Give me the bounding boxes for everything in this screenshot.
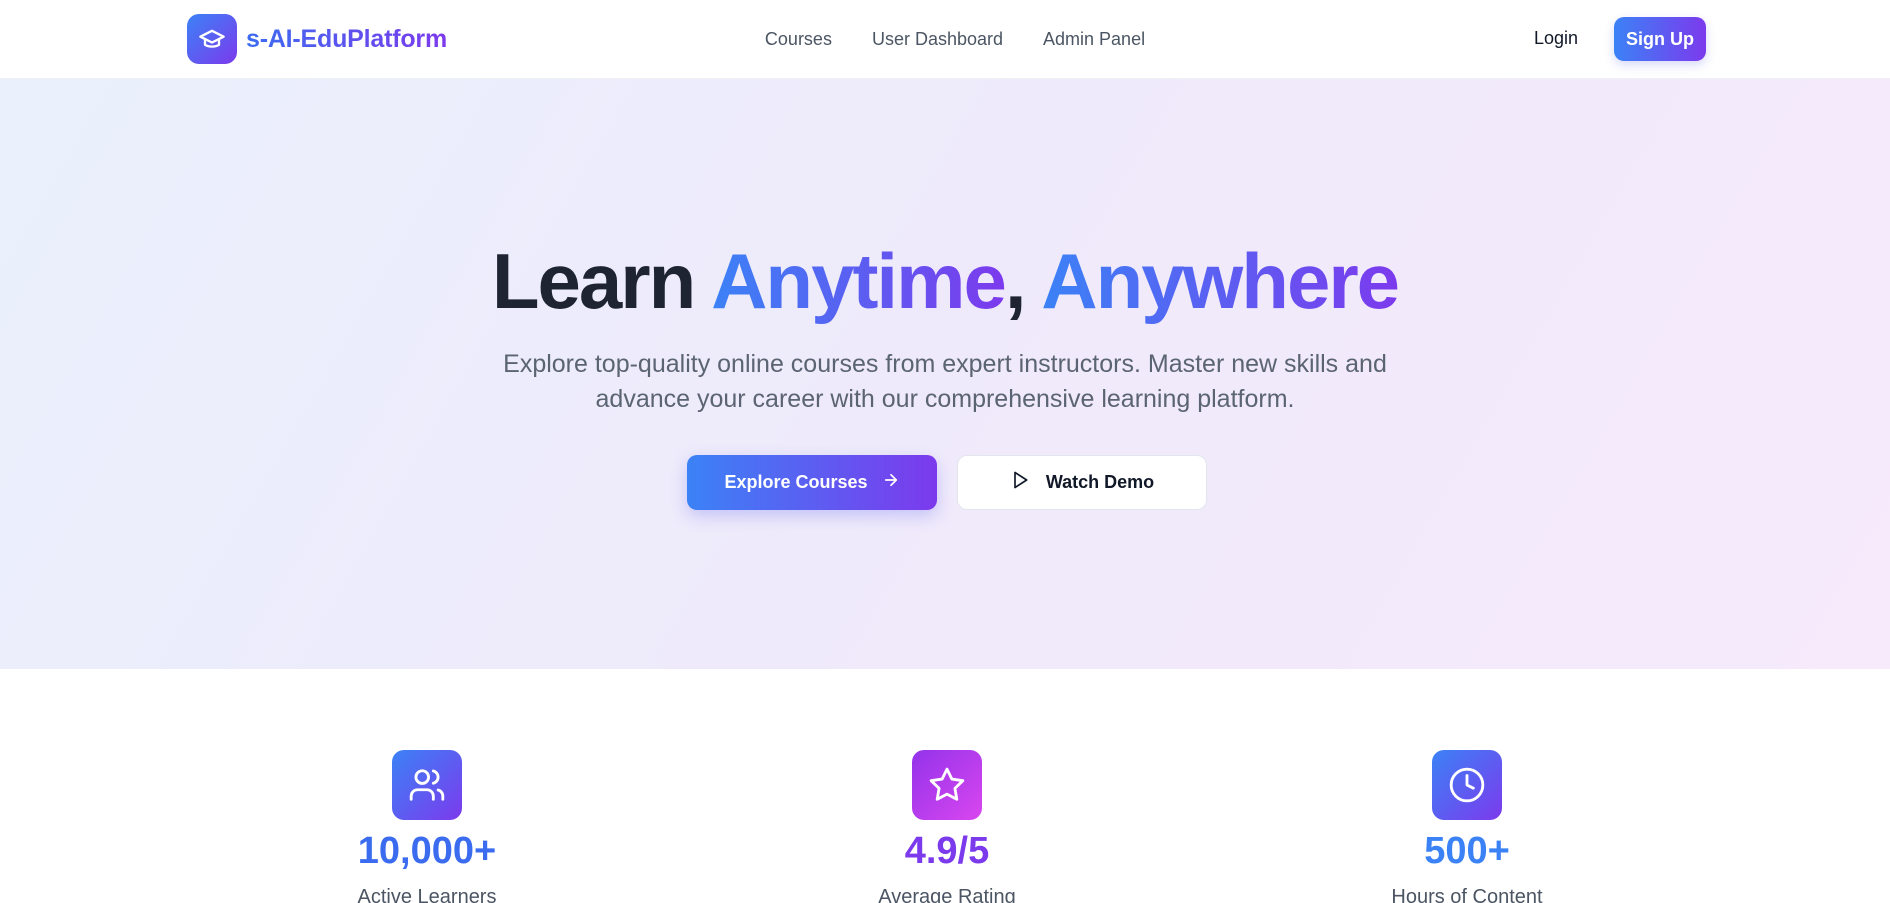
explore-courses-button[interactable]: Explore Courses xyxy=(687,455,937,510)
hero-title-accent-anywhere: Anywhere xyxy=(1041,237,1400,325)
stat-active-learners: 10,000+ Active Learners xyxy=(277,750,577,903)
brand-logo-link[interactable]: s-AI-EduPlatform xyxy=(187,14,447,64)
arrow-right-icon xyxy=(882,471,900,494)
watch-demo-button[interactable]: Watch Demo xyxy=(957,455,1207,510)
star-icon xyxy=(912,750,982,820)
signup-button[interactable]: Sign Up xyxy=(1614,17,1706,61)
stat-value: 500+ xyxy=(1424,830,1510,872)
stat-label: Active Learners xyxy=(357,886,497,903)
stat-label: Average Rating xyxy=(878,886,1016,903)
hero-title-comma: , xyxy=(1004,237,1042,325)
site-header: s-AI-EduPlatform Courses User Dashboard … xyxy=(0,0,1890,79)
brand-name: s-AI-EduPlatform xyxy=(246,24,447,53)
nav-link-user-dashboard[interactable]: User Dashboard xyxy=(872,29,1003,50)
hero-title: Learn Anytime, Anywhere xyxy=(0,242,1890,320)
graduation-cap-icon xyxy=(187,14,237,64)
hero-subtitle: Explore top-quality online courses from … xyxy=(503,350,1387,413)
nav-link-courses[interactable]: Courses xyxy=(765,29,832,50)
users-icon xyxy=(392,750,462,820)
stat-hours-of-content: 500+ Hours of Content xyxy=(1317,750,1617,903)
play-icon xyxy=(1010,470,1030,495)
hero-section: Learn Anytime, Anywhere Explore top-qual… xyxy=(0,79,1890,669)
stat-value: 10,000+ xyxy=(357,830,497,872)
hero-title-accent-anytime: Anytime xyxy=(711,237,1007,325)
stat-label: Hours of Content xyxy=(1391,886,1543,903)
clock-icon xyxy=(1432,750,1502,820)
login-link[interactable]: Login xyxy=(1534,28,1578,49)
stat-average-rating: 4.9/5 Average Rating xyxy=(797,750,1097,903)
nav-link-admin-panel[interactable]: Admin Panel xyxy=(1043,29,1145,50)
explore-courses-label: Explore Courses xyxy=(724,472,868,492)
stat-value: 4.9/5 xyxy=(904,830,990,872)
hero-title-plain: Learn xyxy=(491,237,712,325)
watch-demo-label: Watch Demo xyxy=(1045,472,1155,492)
